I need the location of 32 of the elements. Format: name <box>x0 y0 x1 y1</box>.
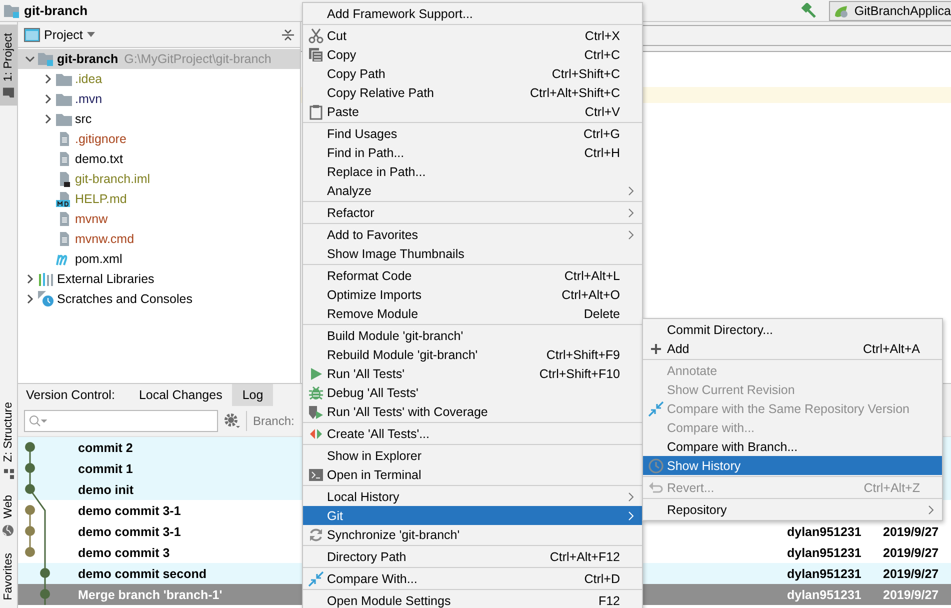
tree-item-label: .gitignore <box>75 132 126 146</box>
tree-item-label: pom.xml <box>75 252 122 266</box>
tree-item-label: Scratches and Consoles <box>57 292 192 306</box>
tree-item-label: git-branch <box>57 52 118 66</box>
commit-date: 2019/9/27 <box>883 588 939 602</box>
tree-item-label: demo.txt <box>75 152 123 166</box>
commit-author: dylan951231 <box>787 566 862 580</box>
commit-message: demo init <box>78 482 134 496</box>
tree-item-label: src <box>75 112 92 126</box>
tree-item-label: External Libraries <box>57 272 154 286</box>
commit-message: demo commit 3 <box>78 546 170 560</box>
tree-item-label: .mvn <box>75 92 102 106</box>
window-title: git-branch <box>24 3 88 18</box>
tree-item-label: .idea <box>75 72 102 86</box>
commit-message: commit 1 <box>78 462 133 476</box>
tree-item-label: mvnw.cmd <box>75 232 134 246</box>
tree-item-label: git-branch.iml <box>75 172 150 186</box>
panel-title: Version Control: <box>25 388 116 402</box>
tree-item-label: mvnw <box>75 212 108 226</box>
commit-author: dylan951231 <box>787 546 862 560</box>
commit-message: Merge branch 'branch-1' <box>78 588 222 602</box>
commit-author: dylan951231 <box>787 588 862 602</box>
project-path: G:\MyGitProject\git-branch <box>124 52 272 66</box>
commit-date: 2019/9/27 <box>883 546 939 560</box>
commit-message: demo commit second <box>78 566 206 580</box>
commit-date: 2019/9/27 <box>883 566 939 580</box>
commit-message: demo commit 3-1 <box>78 524 181 538</box>
tree-item-label: HELP.md <box>75 192 127 206</box>
commit-message: commit 2 <box>78 440 133 454</box>
commit-message: demo commit 3-1 <box>78 504 181 518</box>
commit-date: 2019/9/27 <box>883 524 939 538</box>
commit-author: dylan951231 <box>787 524 862 538</box>
